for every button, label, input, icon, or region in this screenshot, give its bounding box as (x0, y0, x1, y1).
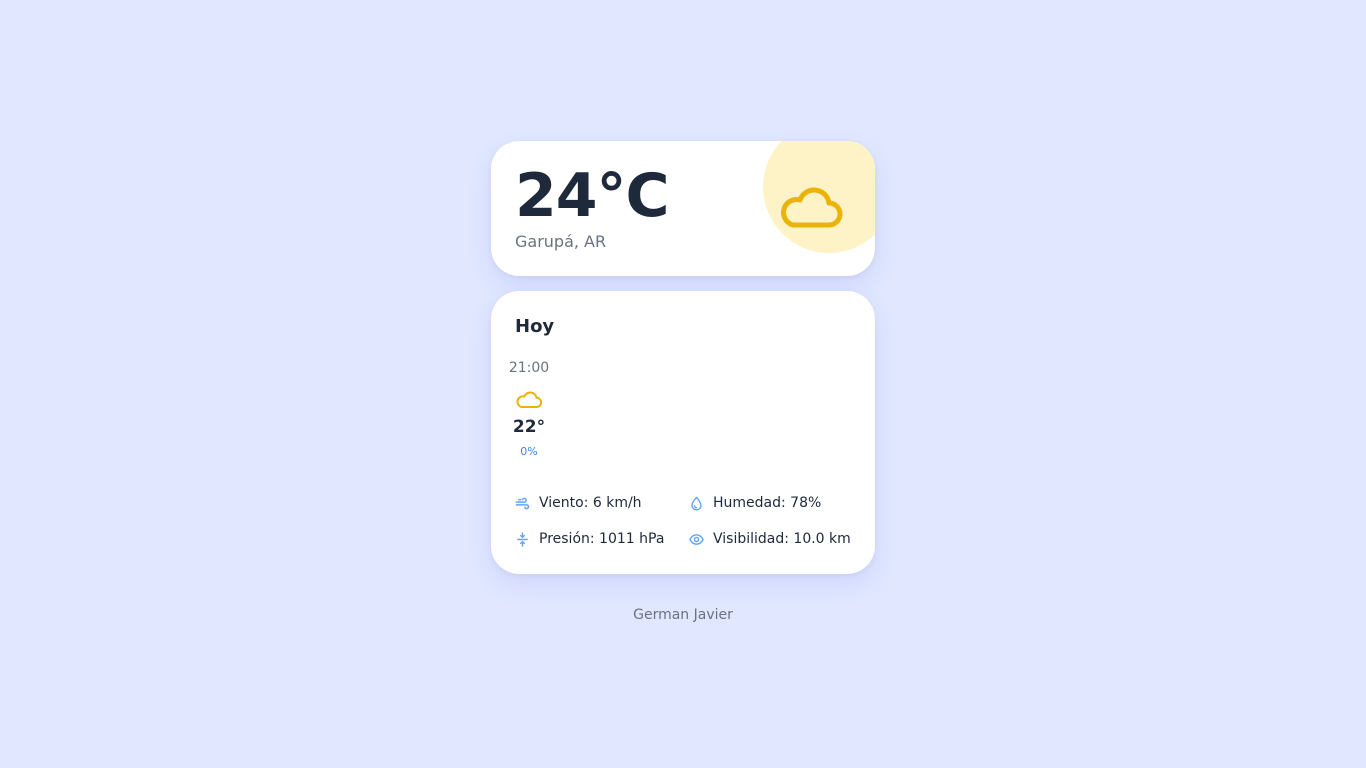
today-forecast-card: Hoy 21:00 22° 0% Viento: 6 km/h Humedad:… (491, 291, 875, 574)
today-title: Hoy (515, 316, 555, 337)
pressure-icon (517, 531, 528, 547)
current-temperature: 24°C (515, 161, 670, 231)
humidity-label: Humedad: 78% (713, 495, 822, 511)
wind-icon (515, 497, 530, 509)
visibility-label: Visibilidad: 10.0 km (713, 531, 851, 547)
pressure-stat: Presión: 1011 hPa (515, 529, 664, 549)
hour-time: 21:00 (508, 360, 550, 376)
hour-rain-chance: 0% (520, 445, 538, 458)
cloud-icon (781, 187, 843, 228)
weather-widget: 24°C Garupá, AR Hoy 21:00 22° 0% Viento:… (491, 141, 875, 574)
visibility-stat: Visibilidad: 10.0 km (689, 529, 851, 549)
wind-stat: Viento: 6 km/h (515, 493, 642, 513)
eye-icon (689, 533, 704, 545)
wind-label: Viento: 6 km/h (539, 495, 642, 511)
humidity-stat: Humedad: 78% (689, 493, 821, 513)
author-credit: German Javier (633, 607, 733, 623)
current-weather-card: 24°C Garupá, AR (491, 141, 875, 276)
location-label: Garupá, AR (515, 232, 607, 251)
hour-temperature: 22° (512, 417, 546, 437)
pressure-label: Presión: 1011 hPa (539, 531, 665, 547)
droplet-icon (691, 496, 702, 511)
cloud-icon (516, 391, 543, 408)
hourly-forecast-item: 21:00 22° 0% (509, 357, 575, 458)
